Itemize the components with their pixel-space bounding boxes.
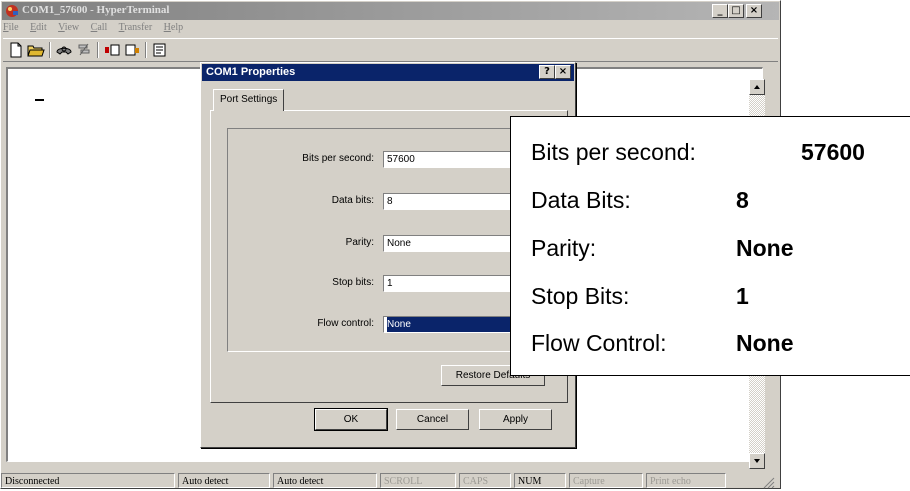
menu-call[interactable]: Call — [91, 22, 108, 33]
minimize-button[interactable]: _ — [712, 4, 728, 18]
maximize-button[interactable]: □ — [728, 4, 744, 18]
scroll-up-button[interactable] — [749, 79, 765, 95]
menu-view-rest: iew — [64, 22, 80, 33]
hyperterminal-icon — [6, 5, 18, 17]
properties-icon[interactable] — [151, 42, 169, 58]
status-num: NUM — [514, 473, 566, 488]
toolbar-separator — [97, 42, 99, 58]
status-capture: Capture — [569, 473, 643, 488]
cancel-button[interactable]: Cancel — [396, 409, 469, 430]
callout-stopbits-label: Stop Bits: — [531, 283, 630, 309]
window-title: COM1_57600 - HyperTerminal — [22, 4, 170, 16]
ok-button[interactable]: OK — [314, 408, 388, 431]
dialog-close-button[interactable]: × — [555, 65, 571, 79]
status-print-echo: Print echo — [646, 473, 726, 488]
status-connection: Disconnected — [1, 473, 175, 488]
dialog-title-bar[interactable]: COM1 Properties ? × — [202, 64, 574, 81]
menu-file-rest: ile — [8, 22, 19, 33]
disconnect-icon[interactable] — [75, 42, 93, 58]
settings-group: Bits per second: 57600 ▼ Data bits: 8 ▼ … — [227, 128, 547, 352]
stopbits-value: 1 — [387, 278, 393, 289]
toolbar-separator — [145, 42, 147, 58]
menu-view-key: V — [58, 22, 65, 33]
call-icon[interactable] — [55, 42, 73, 58]
status-detect-1: Auto detect — [178, 473, 270, 488]
tab-port-settings[interactable]: Port Settings — [213, 89, 285, 111]
text-cursor — [35, 99, 44, 101]
menu-bar: File Edit View Call Transfer Help — [3, 22, 192, 38]
arrow-up-icon — [754, 85, 760, 89]
send-icon[interactable] — [103, 42, 121, 58]
status-bar: Disconnected Auto detect Auto detect SCR… — [1, 471, 782, 490]
menu-call-rest: all — [97, 22, 108, 33]
resize-grip-icon[interactable] — [761, 475, 775, 489]
dialog-title: COM1 Properties — [206, 66, 296, 78]
menu-help[interactable]: Help — [164, 22, 183, 33]
menu-view[interactable]: View — [58, 22, 79, 33]
parity-label: Parity: — [345, 237, 374, 248]
callout-parity-value: None — [736, 235, 794, 261]
menu-help-key: H — [163, 22, 171, 33]
databits-value: 8 — [387, 196, 393, 207]
menu-help-rest: elp — [170, 22, 184, 33]
status-caps: CAPS — [459, 473, 511, 488]
bps-value: 57600 — [387, 154, 415, 165]
help-button[interactable]: ? — [539, 65, 555, 79]
callout-bps-value: 57600 — [801, 139, 865, 165]
callout-databits-value: 8 — [736, 187, 749, 213]
arrow-down-icon — [754, 459, 760, 463]
menu-edit[interactable]: Edit — [30, 22, 47, 33]
menu-file[interactable]: File — [3, 22, 19, 33]
flow-label: Flow control: — [317, 318, 374, 329]
status-scroll: SCROLL — [380, 473, 456, 488]
callout-stopbits-value: 1 — [736, 283, 749, 309]
menu-edit-rest: dit — [36, 22, 47, 33]
databits-label: Data bits: — [331, 195, 374, 206]
open-folder-icon[interactable] — [27, 42, 45, 58]
apply-button[interactable]: Apply — [479, 409, 552, 430]
callout-parity-label: Parity: — [531, 235, 597, 261]
callout-flow-label: Flow Control: — [531, 330, 667, 356]
new-document-icon[interactable] — [7, 42, 25, 58]
close-button[interactable]: × — [746, 4, 762, 18]
status-detect-2: Auto detect — [273, 473, 377, 488]
menu-transfer-rest: ransfer — [124, 22, 153, 33]
flow-value: None — [387, 317, 525, 332]
settings-callout: Bits per second: 57600 Data Bits: 8 Pari… — [510, 116, 910, 376]
scroll-down-button[interactable] — [749, 453, 765, 469]
callout-bps-label: Bits per second: — [531, 139, 696, 165]
parity-value: None — [387, 238, 411, 249]
callout-databits-label: Data Bits: — [531, 187, 631, 213]
stopbits-label: Stop bits: — [332, 277, 374, 288]
receive-icon[interactable] — [123, 42, 141, 58]
bps-label: Bits per second: — [302, 153, 374, 164]
toolbar — [3, 38, 778, 62]
title-bar[interactable]: COM1_57600 - HyperTerminal _ □ × — [2, 2, 779, 20]
callout-flow-value: None — [736, 330, 794, 356]
menu-transfer[interactable]: Transfer — [119, 22, 153, 33]
toolbar-separator — [49, 42, 51, 58]
